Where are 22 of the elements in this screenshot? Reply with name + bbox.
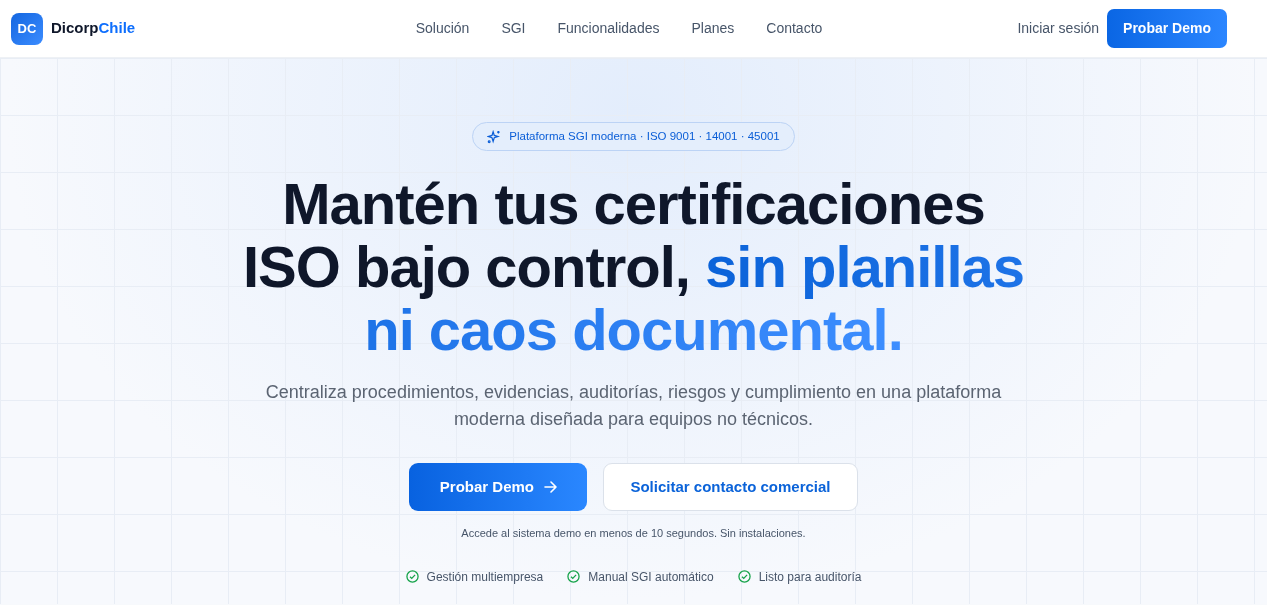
arrow-right-icon: [544, 481, 558, 494]
nav-link[interactable]: Solución: [415, 14, 470, 43]
demo-button[interactable]: Probar Demo: [409, 463, 588, 512]
brand-name[interactable]: DicorpChile: [51, 17, 136, 40]
check-circle-icon: [567, 570, 581, 584]
demo-note: Accede al sistema demo en menos de 10 segundos. Sin instalaciones.: [461, 526, 806, 542]
login-link[interactable]: Iniciar sesión: [1017, 18, 1100, 39]
nav-link[interactable]: Contacto: [766, 14, 823, 43]
contact-sales-button[interactable]: Solicitar contacto comercial: [603, 463, 858, 512]
nav-link[interactable]: Planes: [691, 14, 735, 43]
feature-label: Gestión multiempresa: [426, 568, 544, 586]
sparkle-icon: [487, 129, 502, 144]
check-circle-icon: [405, 570, 419, 584]
hero-badge: Plataforma SGI moderna · ISO 9001 · 14001 · 45001: [472, 122, 795, 152]
feature-label: Manual SGI automático: [588, 568, 714, 586]
nav-link[interactable]: Funcionalidades: [557, 14, 660, 43]
demo-button[interactable]: Probar Demo: [1107, 9, 1227, 48]
hero-subtitle: Centraliza procedimientos, evidencias, auditorías, riesgos y cumplimiento en una plataforma moderna diseñada para equipos no técnicos.: [264, 381, 1003, 432]
check-circle-icon: [737, 570, 751, 584]
nav-link[interactable]: SGI: [501, 14, 526, 43]
logo-icon: DC: [11, 12, 43, 45]
feature-label: Listo para auditoría: [758, 568, 862, 586]
